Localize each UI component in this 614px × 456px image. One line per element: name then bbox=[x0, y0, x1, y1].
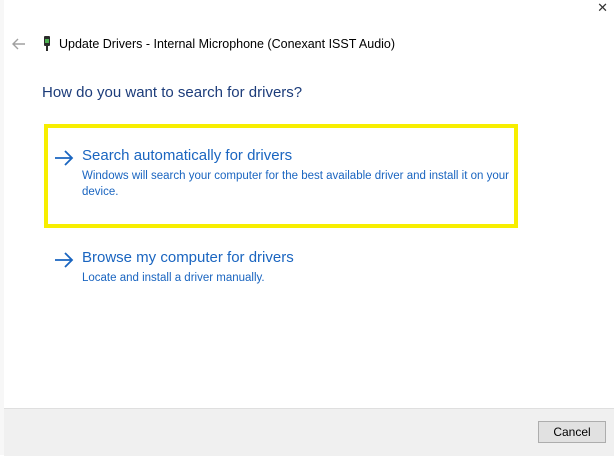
search-automatically-option[interactable]: Search automatically for drivers Windows… bbox=[44, 124, 518, 228]
update-drivers-dialog: ✕ Update Drivers - Internal Microphone (… bbox=[4, 0, 614, 456]
dialog-footer: Cancel bbox=[4, 408, 614, 456]
window-title: Update Drivers - Internal Microphone (Co… bbox=[59, 37, 396, 51]
right-arrow-icon bbox=[55, 252, 74, 268]
option-description: Windows will search your computer for th… bbox=[82, 170, 509, 198]
back-arrow-icon bbox=[12, 38, 25, 50]
browse-computer-option[interactable]: Browse my computer for drivers Locate an… bbox=[44, 230, 518, 290]
option-title: Search automatically for drivers bbox=[82, 147, 293, 164]
microphone-device-icon bbox=[44, 36, 50, 51]
option-description: Locate and install a driver manually. bbox=[82, 272, 265, 284]
close-icon[interactable]: ✕ bbox=[597, 1, 608, 14]
dialog-header: Update Drivers - Internal Microphone (Co… bbox=[4, 30, 604, 58]
right-arrow-icon bbox=[55, 150, 74, 166]
cancel-button[interactable]: Cancel bbox=[538, 421, 606, 443]
option-title: Browse my computer for drivers bbox=[82, 249, 294, 266]
page-heading: How do you want to search for drivers? bbox=[42, 84, 303, 101]
back-button[interactable] bbox=[6, 31, 32, 57]
